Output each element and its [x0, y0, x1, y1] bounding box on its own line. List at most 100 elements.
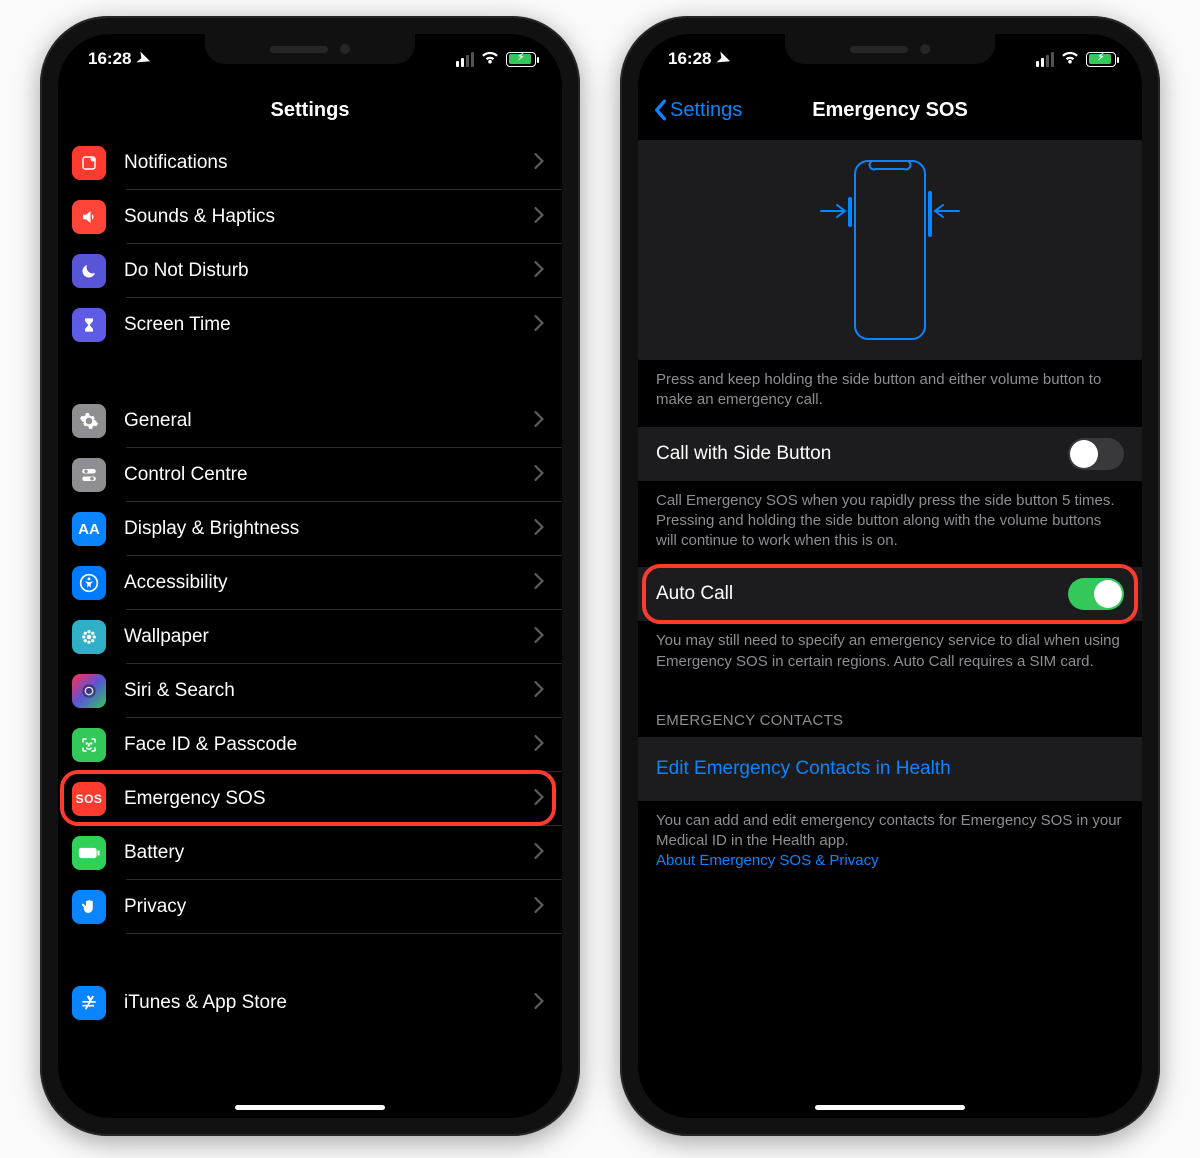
chevron-right-icon: [534, 681, 544, 702]
call-side-footer: Call Emergency SOS when you rapidly pres…: [638, 481, 1142, 568]
chevron-right-icon: [534, 519, 544, 540]
row-label: Display & Brightness: [124, 518, 534, 540]
group-itunes: iTunes & App Store: [58, 976, 562, 1030]
moon-icon: [72, 254, 106, 288]
row-label: Face ID & Passcode: [124, 734, 534, 756]
chevron-right-icon: [534, 627, 544, 648]
clock: 16:28: [668, 49, 711, 69]
chevron-right-icon: [534, 411, 544, 432]
row-siri[interactable]: Siri & Search: [58, 664, 562, 718]
accessibility-icon: [72, 566, 106, 600]
row-wallpaper[interactable]: Wallpaper: [58, 610, 562, 664]
row-display[interactable]: AA Display & Brightness: [58, 502, 562, 556]
siri-icon: [72, 674, 106, 708]
notifications-icon: [72, 146, 106, 180]
chevron-right-icon: [534, 843, 544, 864]
switches-icon: [72, 458, 106, 492]
row-label: Privacy: [124, 896, 534, 918]
settings-list[interactable]: Notifications Sounds & Haptics: [58, 136, 562, 1118]
phone-left: 16:28 ➤ ⚡︎ Settings: [40, 16, 580, 1136]
hand-icon: [72, 890, 106, 924]
signal-icon: [1036, 52, 1054, 67]
chevron-right-icon: [534, 315, 544, 336]
cell-label: Auto Call: [656, 583, 733, 605]
page-title: Emergency SOS: [812, 99, 968, 122]
row-label: Sounds & Haptics: [124, 206, 534, 228]
switch-auto-call[interactable]: [1068, 578, 1124, 610]
auto-call-footer: You may still need to specify an emergen…: [638, 621, 1142, 688]
contacts-footer-text: You can add and edit emergency contacts …: [656, 812, 1122, 849]
sos-content[interactable]: Press and keep holding the side button a…: [638, 136, 1142, 1118]
row-dnd[interactable]: Do Not Disturb: [58, 244, 562, 298]
sos-icon: SOS: [72, 782, 106, 816]
location-icon: ➤: [134, 47, 153, 70]
row-battery[interactable]: Battery: [58, 826, 562, 880]
row-label: Accessibility: [124, 572, 534, 594]
notch: [785, 34, 995, 64]
privacy-link[interactable]: About Emergency SOS & Privacy: [656, 852, 879, 869]
appstore-icon: [72, 986, 106, 1020]
cell-auto-call[interactable]: Auto Call: [638, 567, 1142, 621]
row-label: Wallpaper: [124, 626, 534, 648]
chevron-right-icon: [534, 153, 544, 174]
chevron-right-icon: [534, 573, 544, 594]
chevron-right-icon: [534, 897, 544, 918]
flower-icon: [72, 620, 106, 654]
group-notifications: Notifications Sounds & Haptics: [58, 136, 562, 352]
row-privacy[interactable]: Privacy: [58, 880, 562, 934]
contacts-footer: You can add and edit emergency contacts …: [638, 801, 1142, 888]
row-label: Emergency SOS: [124, 788, 534, 810]
clock: 16:28: [88, 49, 131, 69]
row-accessibility[interactable]: Accessibility: [58, 556, 562, 610]
row-general[interactable]: General: [58, 394, 562, 448]
notch: [205, 34, 415, 64]
gear-icon: [72, 404, 106, 438]
sound-icon: [72, 200, 106, 234]
back-label: Settings: [670, 99, 742, 122]
row-faceid[interactable]: Face ID & Passcode: [58, 718, 562, 772]
chevron-right-icon: [534, 789, 544, 810]
location-icon: ➤: [714, 47, 733, 70]
cell-call-with-side-button[interactable]: Call with Side Button: [638, 427, 1142, 481]
row-label: Screen Time: [124, 314, 534, 336]
row-notifications[interactable]: Notifications: [58, 136, 562, 190]
home-indicator[interactable]: [815, 1105, 965, 1110]
hourglass-icon: [72, 308, 106, 342]
battery-icon: ⚡︎: [506, 52, 536, 67]
row-label: Do Not Disturb: [124, 260, 534, 282]
row-label: Battery: [124, 842, 534, 864]
chevron-right-icon: [534, 735, 544, 756]
contacts-header: EMERGENCY CONTACTS: [638, 688, 1142, 737]
page-title: Settings: [271, 99, 350, 122]
row-emergency-sos[interactable]: SOS Emergency SOS: [58, 772, 562, 826]
chevron-right-icon: [534, 261, 544, 282]
wifi-icon: [480, 50, 500, 68]
back-button[interactable]: Settings: [652, 84, 742, 136]
chevron-right-icon: [534, 993, 544, 1014]
row-itunes[interactable]: iTunes & App Store: [58, 976, 562, 1030]
row-sounds[interactable]: Sounds & Haptics: [58, 190, 562, 244]
cell-label: Call with Side Button: [656, 443, 831, 465]
nav-bar: Settings: [58, 84, 562, 136]
chevron-right-icon: [534, 465, 544, 486]
row-label: General: [124, 410, 534, 432]
row-label: Control Centre: [124, 464, 534, 486]
row-label: Siri & Search: [124, 680, 534, 702]
nav-bar: Settings Emergency SOS: [638, 84, 1142, 136]
hero-footer: Press and keep holding the side button a…: [638, 360, 1142, 427]
battery-icon: ⚡︎: [1086, 52, 1116, 67]
row-screentime[interactable]: Screen Time: [58, 298, 562, 352]
faceid-icon: [72, 728, 106, 762]
switch-call-side[interactable]: [1068, 438, 1124, 470]
edit-emergency-contacts[interactable]: Edit Emergency Contacts in Health: [638, 737, 1142, 801]
phone-right: 16:28 ➤ ⚡︎ Settings Emergency SOS: [620, 16, 1160, 1136]
row-label: iTunes & App Store: [124, 992, 534, 1014]
home-indicator[interactable]: [235, 1105, 385, 1110]
battery-row-icon: [72, 836, 106, 870]
hero-illustration: [638, 140, 1142, 360]
chevron-right-icon: [534, 207, 544, 228]
row-controlcentre[interactable]: Control Centre: [58, 448, 562, 502]
signal-icon: [456, 52, 474, 67]
link-label: Edit Emergency Contacts in Health: [656, 758, 951, 780]
text-size-icon: AA: [72, 512, 106, 546]
